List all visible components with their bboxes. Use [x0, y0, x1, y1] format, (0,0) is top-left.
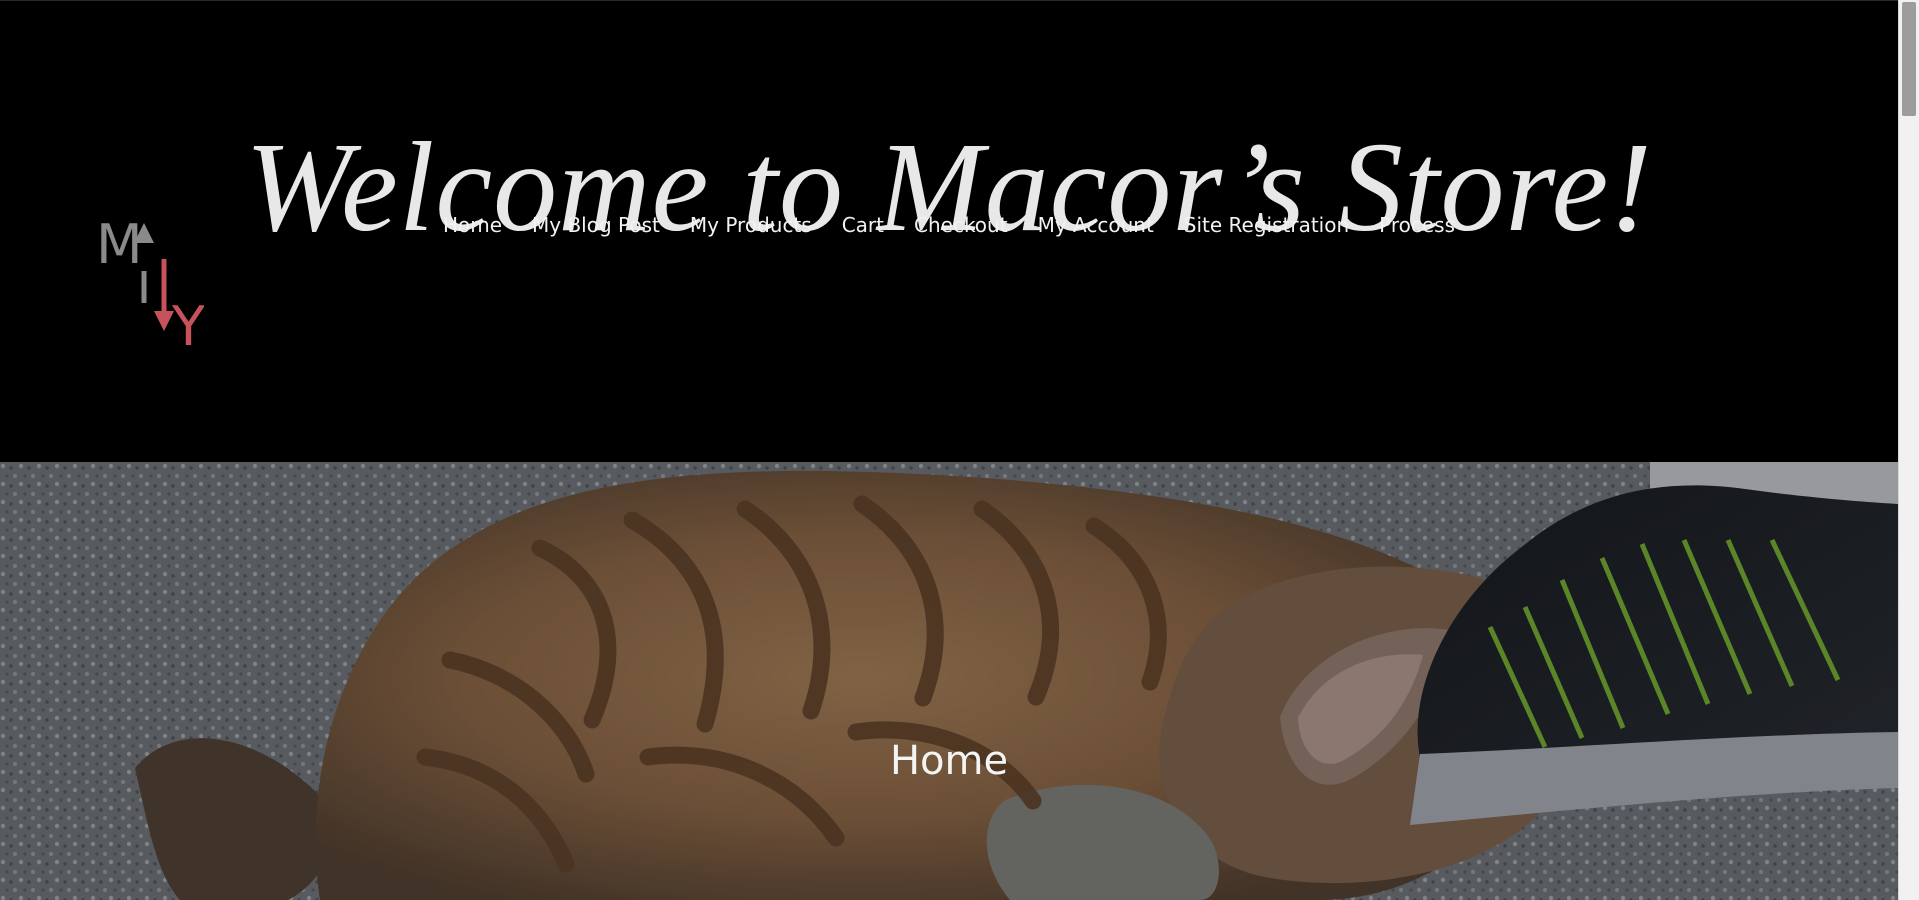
nav-cart[interactable]: Cart — [842, 209, 884, 241]
nav-my-blog-post[interactable]: My Blog Post — [532, 209, 660, 241]
hero-dark-overlay — [0, 462, 1898, 900]
logo-letter-y: Y — [171, 295, 204, 347]
logo-down-arrow-head — [154, 311, 174, 331]
nav-checkout[interactable]: Checkout — [914, 209, 1008, 241]
hero-section: Home — [0, 462, 1898, 900]
page: Welcome to Macor’s Store! M Y Home My Bl… — [0, 0, 1919, 900]
nav-home[interactable]: Home — [443, 209, 502, 241]
site-header: Welcome to Macor’s Store! M Y Home My Bl… — [0, 0, 1898, 463]
nav-my-products[interactable]: My Products — [690, 209, 812, 241]
nav-site-registration[interactable]: Site Registration — [1184, 209, 1349, 241]
hero-title: Home — [889, 738, 1009, 785]
nav-my-account[interactable]: My Account — [1038, 209, 1154, 241]
scrollbar-thumb[interactable] — [1902, 2, 1916, 116]
nav-process[interactable]: Process — [1379, 209, 1455, 241]
page-scrollbar[interactable] — [1898, 0, 1919, 900]
main-navigation: Home My Blog Post My Products Cart Check… — [0, 209, 1898, 241]
